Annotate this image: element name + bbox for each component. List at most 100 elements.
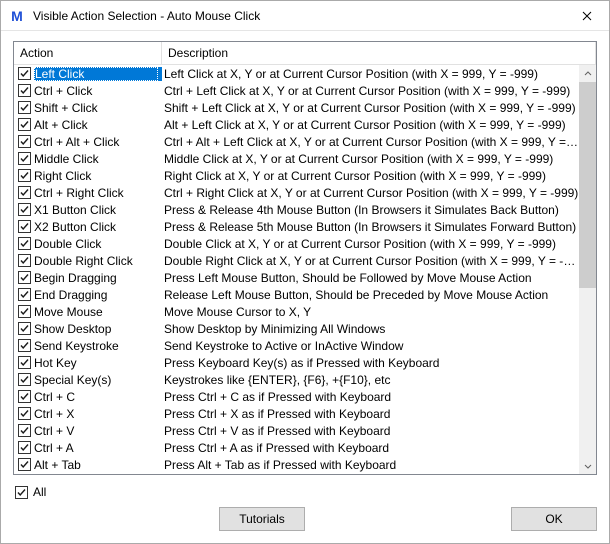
table-row[interactable]: End DraggingRelease Left Mouse Button, S… [14,286,579,303]
row-checkbox[interactable] [18,407,31,420]
row-checkbox-cell [14,220,34,233]
row-description: Ctrl + Left Click at X, Y or at Current … [162,84,579,98]
tutorials-button[interactable]: Tutorials [219,507,305,531]
table-row[interactable]: X1 Button ClickPress & Release 4th Mouse… [14,201,579,218]
table-row[interactable]: Right ClickRight Click at X, Y or at Cur… [14,167,579,184]
scroll-down-button[interactable] [579,457,596,474]
table-row[interactable]: Begin DraggingPress Left Mouse Button, S… [14,269,579,286]
row-checkbox[interactable] [18,305,31,318]
row-checkbox[interactable] [18,220,31,233]
row-action: Ctrl + Alt + Click [34,135,162,149]
list-header: Action Description [14,42,596,65]
row-checkbox[interactable] [18,84,31,97]
table-row[interactable]: Ctrl + Right ClickCtrl + Right Click at … [14,184,579,201]
bottom-area: All Tutorials OK [13,475,597,531]
table-row[interactable]: Show DesktopShow Desktop by Minimizing A… [14,320,579,337]
table-row[interactable]: Ctrl + ClickCtrl + Left Click at X, Y or… [14,82,579,99]
vertical-scrollbar[interactable] [579,65,596,474]
action-list: Action Description Left ClickLeft Click … [13,41,597,475]
row-description: Shift + Left Click at X, Y or at Current… [162,101,579,115]
table-row[interactable]: Hot KeyPress Keyboard Key(s) as if Press… [14,354,579,371]
row-action: X1 Button Click [34,203,162,217]
row-checkbox-cell [14,390,34,403]
row-description: Double Right Click at X, Y or at Current… [162,254,579,268]
row-action: X2 Button Click [34,220,162,234]
table-row[interactable]: Ctrl + Alt + ClickCtrl + Alt + Left Clic… [14,133,579,150]
row-checkbox[interactable] [18,458,31,471]
row-checkbox[interactable] [18,441,31,454]
row-action: Shift + Click [34,101,162,115]
scroll-track[interactable] [579,82,596,457]
table-row[interactable]: Double ClickDouble Click at X, Y or at C… [14,235,579,252]
row-description: Middle Click at X, Y or at Current Curso… [162,152,579,166]
row-checkbox-cell [14,288,34,301]
row-checkbox[interactable] [18,169,31,182]
row-checkbox[interactable] [18,288,31,301]
row-action: Alt + Click [34,118,162,132]
row-checkbox[interactable] [18,67,31,80]
row-checkbox[interactable] [18,254,31,267]
list-body-wrap: Left ClickLeft Click at X, Y or at Curre… [14,65,596,474]
row-checkbox[interactable] [18,322,31,335]
row-checkbox[interactable] [18,186,31,199]
table-row[interactable]: Ctrl + CPress Ctrl + C as if Pressed wit… [14,388,579,405]
row-description: Right Click at X, Y or at Current Cursor… [162,169,579,183]
row-checkbox[interactable] [18,101,31,114]
row-checkbox[interactable] [18,118,31,131]
row-checkbox[interactable] [18,237,31,250]
row-checkbox[interactable] [18,424,31,437]
row-checkbox-cell [14,67,34,80]
row-checkbox[interactable] [18,135,31,148]
row-action: Ctrl + Right Click [34,186,162,200]
app-icon: M [9,8,25,24]
row-description: Show Desktop by Minimizing All Windows [162,322,579,336]
table-row[interactable]: Alt + ClickAlt + Left Click at X, Y or a… [14,116,579,133]
scroll-thumb[interactable] [579,82,596,288]
table-row[interactable]: X2 Button ClickPress & Release 5th Mouse… [14,218,579,235]
table-row[interactable]: Special Key(s)Keystrokes like {ENTER}, {… [14,371,579,388]
window-title: Visible Action Selection - Auto Mouse Cl… [33,9,564,23]
table-row[interactable]: Double Right ClickDouble Right Click at … [14,252,579,269]
row-checkbox[interactable] [18,271,31,284]
titlebar: M Visible Action Selection - Auto Mouse … [1,1,609,31]
table-row[interactable]: Ctrl + XPress Ctrl + X as if Pressed wit… [14,405,579,422]
row-description: Press Ctrl + A as if Pressed with Keyboa… [162,441,579,455]
row-description: Press Keyboard Key(s) as if Pressed with… [162,356,579,370]
row-action: Hot Key [34,356,162,370]
table-row[interactable]: Send KeystrokeSend Keystroke to Active o… [14,337,579,354]
row-checkbox[interactable] [18,203,31,216]
column-header-action[interactable]: Action [14,42,162,64]
table-row[interactable]: Alt + TabPress Alt + Tab as if Pressed w… [14,456,579,473]
row-action: Right Click [34,169,162,183]
row-checkbox-cell [14,339,34,352]
table-row[interactable]: Middle ClickMiddle Click at X, Y or at C… [14,150,579,167]
column-header-description[interactable]: Description [162,42,596,64]
row-action: Send Keystroke [34,339,162,353]
all-checkbox[interactable] [15,486,28,499]
ok-button[interactable]: OK [511,507,597,531]
button-row: Tutorials OK [13,507,597,531]
table-row[interactable]: Left ClickLeft Click at X, Y or at Curre… [14,65,579,82]
row-action: Alt + Tab [34,458,162,472]
row-checkbox[interactable] [18,152,31,165]
row-checkbox[interactable] [18,339,31,352]
scroll-up-button[interactable] [579,65,596,82]
row-action: Show Desktop [34,322,162,336]
row-checkbox-cell [14,407,34,420]
close-icon [582,11,592,21]
row-checkbox-cell [14,84,34,97]
row-checkbox-cell [14,356,34,369]
row-action: Ctrl + X [34,407,162,421]
table-row[interactable]: Ctrl + APress Ctrl + A as if Pressed wit… [14,439,579,456]
list-body[interactable]: Left ClickLeft Click at X, Y or at Curre… [14,65,579,474]
row-checkbox[interactable] [18,373,31,386]
row-action: Middle Click [34,152,162,166]
row-action: Special Key(s) [34,373,162,387]
table-row[interactable]: Shift + ClickShift + Left Click at X, Y … [14,99,579,116]
row-checkbox[interactable] [18,390,31,403]
table-row[interactable]: Move MouseMove Mouse Cursor to X, Y [14,303,579,320]
table-row[interactable]: Ctrl + VPress Ctrl + V as if Pressed wit… [14,422,579,439]
row-checkbox[interactable] [18,356,31,369]
row-checkbox-cell [14,152,34,165]
close-button[interactable] [564,1,609,31]
